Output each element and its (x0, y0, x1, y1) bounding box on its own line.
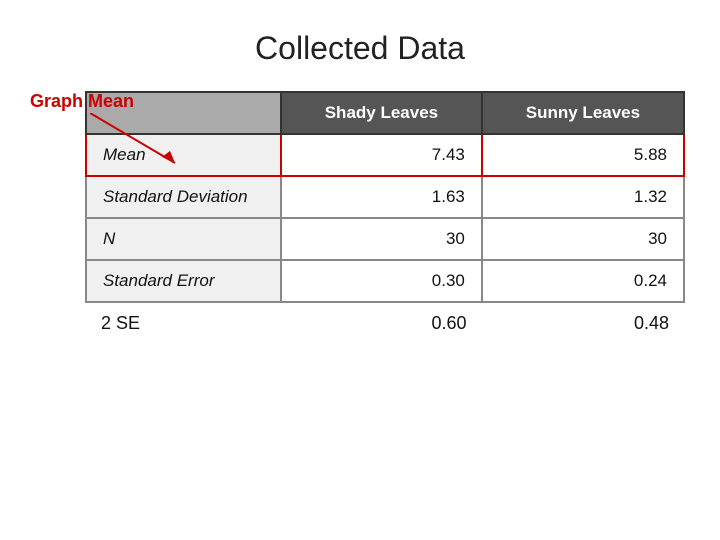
footer-row: 2 SE 0.60 0.48 (85, 309, 685, 338)
col-header-shady: Shady Leaves (281, 92, 482, 134)
col-header-sunny: Sunny Leaves (482, 92, 684, 134)
table-row-stddev: Standard Deviation 1.63 1.32 (86, 176, 684, 218)
row-sunny-n: 30 (482, 218, 684, 260)
table-row-n: N 30 30 (86, 218, 684, 260)
row-shady-stddev: 1.63 (281, 176, 482, 218)
row-shady-stderr: 0.30 (281, 260, 482, 302)
row-sunny-stderr: 0.24 (482, 260, 684, 302)
row-shady-mean: 7.43 (281, 134, 482, 176)
arrow-icon (90, 113, 210, 173)
row-sunny-mean: 5.88 (482, 134, 684, 176)
page-title: Collected Data (255, 30, 465, 67)
content-area: Graph Mean Shady Leaves Sunny Leaves Mea… (30, 91, 690, 338)
table-row-stderr: Standard Error 0.30 0.24 (86, 260, 684, 302)
graph-mean-label: Graph Mean (30, 91, 134, 112)
row-shady-n: 30 (281, 218, 482, 260)
row-label-stddev: Standard Deviation (86, 176, 281, 218)
row-label-n: N (86, 218, 281, 260)
footer-shady: 0.60 (288, 313, 483, 334)
row-sunny-stddev: 1.32 (482, 176, 684, 218)
row-label-stderr: Standard Error (86, 260, 281, 302)
footer-sunny: 0.48 (490, 313, 685, 334)
footer-label: 2 SE (85, 313, 280, 334)
